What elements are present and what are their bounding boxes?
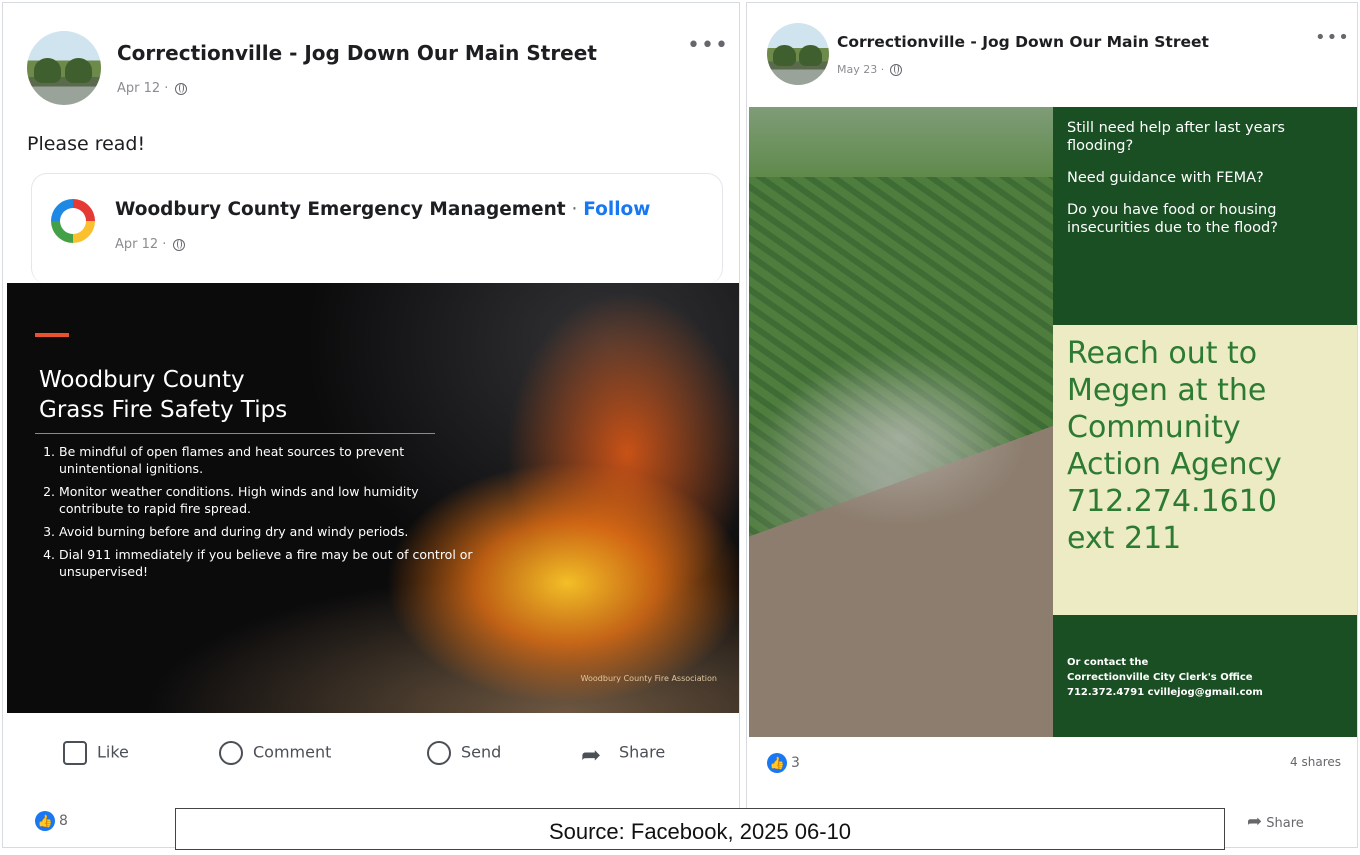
photo-town xyxy=(769,347,1029,527)
divider xyxy=(35,433,435,434)
send-button[interactable]: Send xyxy=(427,741,501,765)
reaction-summary[interactable]: 👍 8 xyxy=(35,811,68,831)
post-text: Please read! xyxy=(27,133,146,155)
shared-post-date-text[interactable]: Apr 12 · xyxy=(115,237,166,252)
separator: · xyxy=(565,199,584,220)
question-1: Still need help after last years floodin… xyxy=(1067,120,1285,154)
reaction-count: 8 xyxy=(59,813,68,829)
like-button[interactable]: Like xyxy=(63,741,129,765)
share-count[interactable]: 4 shares xyxy=(1290,755,1341,769)
share-button[interactable]: Share xyxy=(581,741,665,765)
left-post: Correctionville - Jog Down Our Main Stre… xyxy=(2,2,740,848)
like-icon xyxy=(63,741,87,765)
comment-label: Comment xyxy=(253,742,332,762)
callout-line: Action Agency xyxy=(1067,447,1282,482)
share-label: Share xyxy=(619,742,666,762)
post-date-text[interactable]: May 23 · xyxy=(837,63,884,76)
image-credit: Woodbury County Fire Association xyxy=(580,674,717,683)
contact-line-2: Correctionville City Clerk's Office xyxy=(1067,672,1253,683)
title-line-1: Woodbury County xyxy=(39,367,245,393)
page-avatar[interactable] xyxy=(767,23,829,85)
right-post: Correctionville - Jog Down Our Main Stre… xyxy=(746,2,1358,848)
reaction-count: 3 xyxy=(791,755,800,771)
tip-item: Dial 911 immediately if you believe a fi… xyxy=(59,546,479,580)
globe-icon xyxy=(174,82,187,95)
share-icon: ➦ xyxy=(1247,811,1263,832)
post-date[interactable]: May 23 · xyxy=(837,63,902,76)
like-label: Like xyxy=(97,742,129,762)
page-name[interactable]: Correctionville - Jog Down Our Main Stre… xyxy=(117,41,597,65)
photo-horizon xyxy=(749,107,1053,177)
contact-line-1: Or contact the xyxy=(1067,657,1149,668)
reaction-summary[interactable]: 👍 3 xyxy=(767,753,800,773)
action-bar: Like Comment Send Share xyxy=(3,723,739,783)
title-line-2: Grass Fire Safety Tips xyxy=(39,397,288,423)
page-avatar[interactable] xyxy=(27,31,101,105)
page-name[interactable]: Correctionville - Jog Down Our Main Stre… xyxy=(837,33,1209,51)
share-button[interactable]: ➦ Share xyxy=(1247,811,1304,832)
question-3: Do you have food or housing insecurities… xyxy=(1067,202,1278,236)
tips-list: Be mindful of open flames and heat sourc… xyxy=(37,443,479,586)
shared-post-date[interactable]: Apr 12 · xyxy=(115,237,185,252)
send-label: Send xyxy=(461,742,502,762)
ellipsis-icon[interactable]: ••• xyxy=(687,33,729,58)
callout-line: Reach out to xyxy=(1067,336,1258,371)
shared-post-card[interactable] xyxy=(31,173,723,284)
accent-bar xyxy=(35,333,69,337)
wcem-logo[interactable] xyxy=(51,199,95,243)
source-caption: Source: Facebook, 2025 06-10 xyxy=(175,808,1225,850)
post-date[interactable]: Apr 12 · xyxy=(117,81,187,96)
callout-line: Community xyxy=(1067,410,1241,445)
follow-button[interactable]: Follow xyxy=(583,199,650,220)
fire-safety-image[interactable]: Woodbury County Grass Fire Safety Tips B… xyxy=(7,283,739,713)
contact-line-3: 712.372.4791 cvillejog@gmail.com xyxy=(1067,687,1263,698)
share-label: Share xyxy=(1266,816,1304,831)
share-icon xyxy=(581,741,609,765)
tip-item: Monitor weather conditions. High winds a… xyxy=(59,483,479,517)
contact-callout: Reach out to Megen at the Community Acti… xyxy=(1053,325,1357,615)
shared-page-header: Woodbury County Emergency Management · F… xyxy=(115,199,650,220)
tip-item: Be mindful of open flames and heat sourc… xyxy=(59,443,479,477)
callout-ext: ext 211 xyxy=(1067,521,1182,556)
whatsapp-icon xyxy=(427,741,451,765)
callout-line: Megen at the xyxy=(1067,373,1267,408)
like-reaction-icon: 👍 xyxy=(767,753,787,773)
globe-icon xyxy=(889,64,902,76)
tip-item: Avoid burning before and during dry and … xyxy=(59,523,479,540)
shared-page-name[interactable]: Woodbury County Emergency Management xyxy=(115,199,566,220)
callout-phone: 712.274.1610 xyxy=(1067,484,1277,519)
post-date-text[interactable]: Apr 12 · xyxy=(117,81,168,96)
question-2: Need guidance with FEMA? xyxy=(1067,170,1264,186)
ellipsis-icon[interactable]: ••• xyxy=(1315,27,1350,48)
clerk-contact-panel: Or contact the Correctionville City Cler… xyxy=(1053,615,1357,737)
comment-button[interactable]: Comment xyxy=(219,741,331,765)
comment-icon xyxy=(219,741,243,765)
image-title: Woodbury County Grass Fire Safety Tips xyxy=(39,365,287,425)
questions-panel: Still need help after last years floodin… xyxy=(1053,107,1357,325)
flood-aerial-photo[interactable] xyxy=(749,107,1053,737)
globe-icon xyxy=(172,238,185,251)
like-reaction-icon: 👍 xyxy=(35,811,55,831)
